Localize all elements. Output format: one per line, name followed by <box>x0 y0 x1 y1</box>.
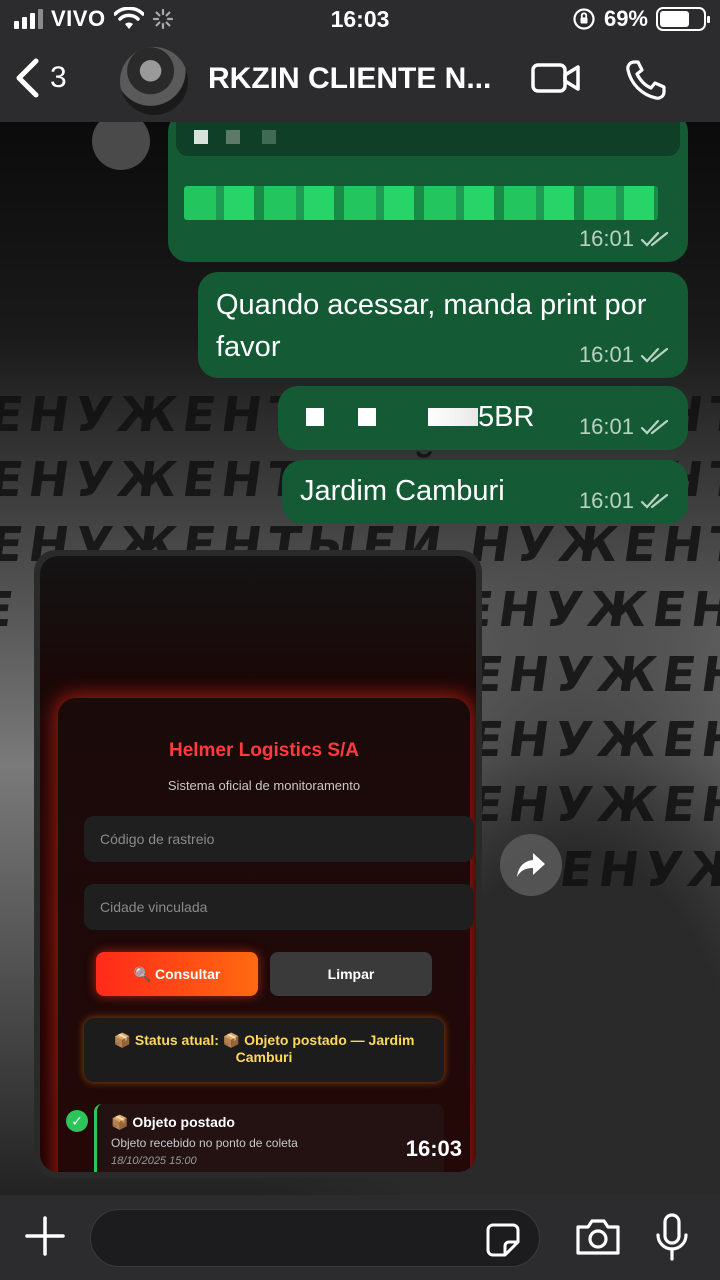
message-bubble[interactable]: 5BR 16:01 <box>278 386 688 450</box>
message-meta: 16:01 <box>579 226 670 252</box>
back-button[interactable]: 3 <box>14 58 67 98</box>
timeline-title: 📦 Objeto postado <box>111 1114 235 1130</box>
status-bar: VIVO 16:03 69% <box>0 0 720 40</box>
wallpaper-text: ЕНУЖЕНТЫЕЙ НУЖЕНТЫЕЙ НУЖЕНТЫЕЙ <box>466 647 720 703</box>
wallpaper-text: ЕНУЖЕНТЫЕЙ НУЖЕНТЫЕЙ НУЖЕНТЫЕЙ <box>556 842 720 898</box>
forward-arrow-icon <box>517 853 545 877</box>
message-bubble[interactable]: Quando acessar, manda print por favor 16… <box>198 272 688 378</box>
battery-icon <box>656 7 710 31</box>
message-bubble[interactable]: 16:01 <box>168 122 688 262</box>
message-time: 16:01 <box>578 414 634 439</box>
chevron-left-icon <box>16 58 39 98</box>
wallpaper-text: ЕНУЖЕНТЫЕЙ НУЖЕНТЫЕЙ НУЖЕНТЫЕЙ <box>466 777 720 833</box>
wallpaper-text: ЕНУЖЕНТЫЕЙ НУЖЕНТЫЕЙ НУЖЕНТЫЕЙ <box>0 582 24 638</box>
read-receipt-icon <box>640 419 669 435</box>
tracking-card: Helmer Logistics S/A Sistema oficial de … <box>58 698 474 1172</box>
message-meta: 16:01 <box>579 414 670 440</box>
chat-header: 3 RKZIN CLIENTE N... <box>0 40 720 122</box>
redacted-block <box>358 408 376 426</box>
unread-count: 3 <box>50 61 67 94</box>
contact-avatar[interactable] <box>120 47 188 115</box>
camera-icon[interactable] <box>574 1217 622 1257</box>
forward-button[interactable] <box>500 834 562 896</box>
screenshot-image[interactable]: Helmer Logistics S/A Sistema oficial de … <box>40 556 476 1172</box>
consult-button: 🔍 Consultar <box>96 952 258 996</box>
linked-city-field: Cidade vinculada <box>84 884 474 930</box>
sticker-icon[interactable] <box>485 1222 521 1258</box>
timeline-description: Objeto recebido no ponto de coleta <box>111 1136 298 1150</box>
redacted-block <box>428 408 478 426</box>
company-subtitle: Sistema oficial de monitoramento <box>167 778 361 793</box>
redacted-link[interactable] <box>184 186 658 220</box>
message-composer <box>0 1195 720 1280</box>
battery-percent: 69% <box>603 6 648 31</box>
link-preview[interactable] <box>176 122 680 156</box>
status-box: 📦 Status atual: 📦 Objeto postado — Jardi… <box>84 1018 444 1082</box>
message-bubble[interactable]: Jardim Camburi 16:01 <box>282 460 688 524</box>
wallpaper-text: ЕНУЖЕНТЫЕЙ НУЖЕНТЫЕЙ НУЖЕНТЫЕЙ <box>466 712 720 768</box>
check-icon: ✓ <box>66 1110 88 1132</box>
video-call-icon[interactable] <box>530 58 582 98</box>
read-receipt-icon <box>640 347 669 363</box>
timeline-item: 📦 Objeto postado Objeto recebido no pont… <box>94 1104 444 1172</box>
tracking-code-field: Código de rastreio <box>84 816 474 862</box>
message-input[interactable] <box>90 1209 540 1267</box>
message-time: 16:01 <box>578 488 634 513</box>
read-receipt-icon <box>640 231 669 247</box>
voice-call-icon[interactable] <box>624 58 670 102</box>
plus-icon[interactable] <box>24 1215 66 1257</box>
read-receipt-icon <box>640 493 669 509</box>
message-time: 16:01 <box>578 226 634 251</box>
message-time: 16:03 <box>405 1136 462 1161</box>
microphone-icon[interactable] <box>654 1213 690 1261</box>
contact-name[interactable]: RKZIN CLIENTE N... <box>208 62 508 96</box>
chat-area[interactable]: ЕНУЖЕНТЫЕЙ НУЖЕНТЫЕЙ НУЖЕНТЫЕЙ ЕНУЖЕНТЫЕ… <box>0 122 720 1195</box>
orientation-lock-icon <box>573 8 595 30</box>
clear-button: Limpar <box>270 952 432 996</box>
wallpaper-text: ЕНУЖЕНТЫЕЙ НУЖЕНТЫЕЙ НУЖЕНТЫЕЙ <box>456 582 720 638</box>
redacted-block <box>306 408 324 426</box>
forward-button[interactable] <box>92 122 150 170</box>
message-time: 16:01 <box>578 342 634 367</box>
message-meta: 16:01 <box>579 488 670 514</box>
timeline-date: 18/10/2025 15:00 <box>111 1155 197 1167</box>
message-meta: 16:01 <box>579 342 670 368</box>
company-title: Helmer Logistics S/A <box>168 740 360 761</box>
message-text: 5BR <box>478 401 535 433</box>
image-message[interactable]: Helmer Logistics S/A Sistema oficial de … <box>34 550 482 1178</box>
